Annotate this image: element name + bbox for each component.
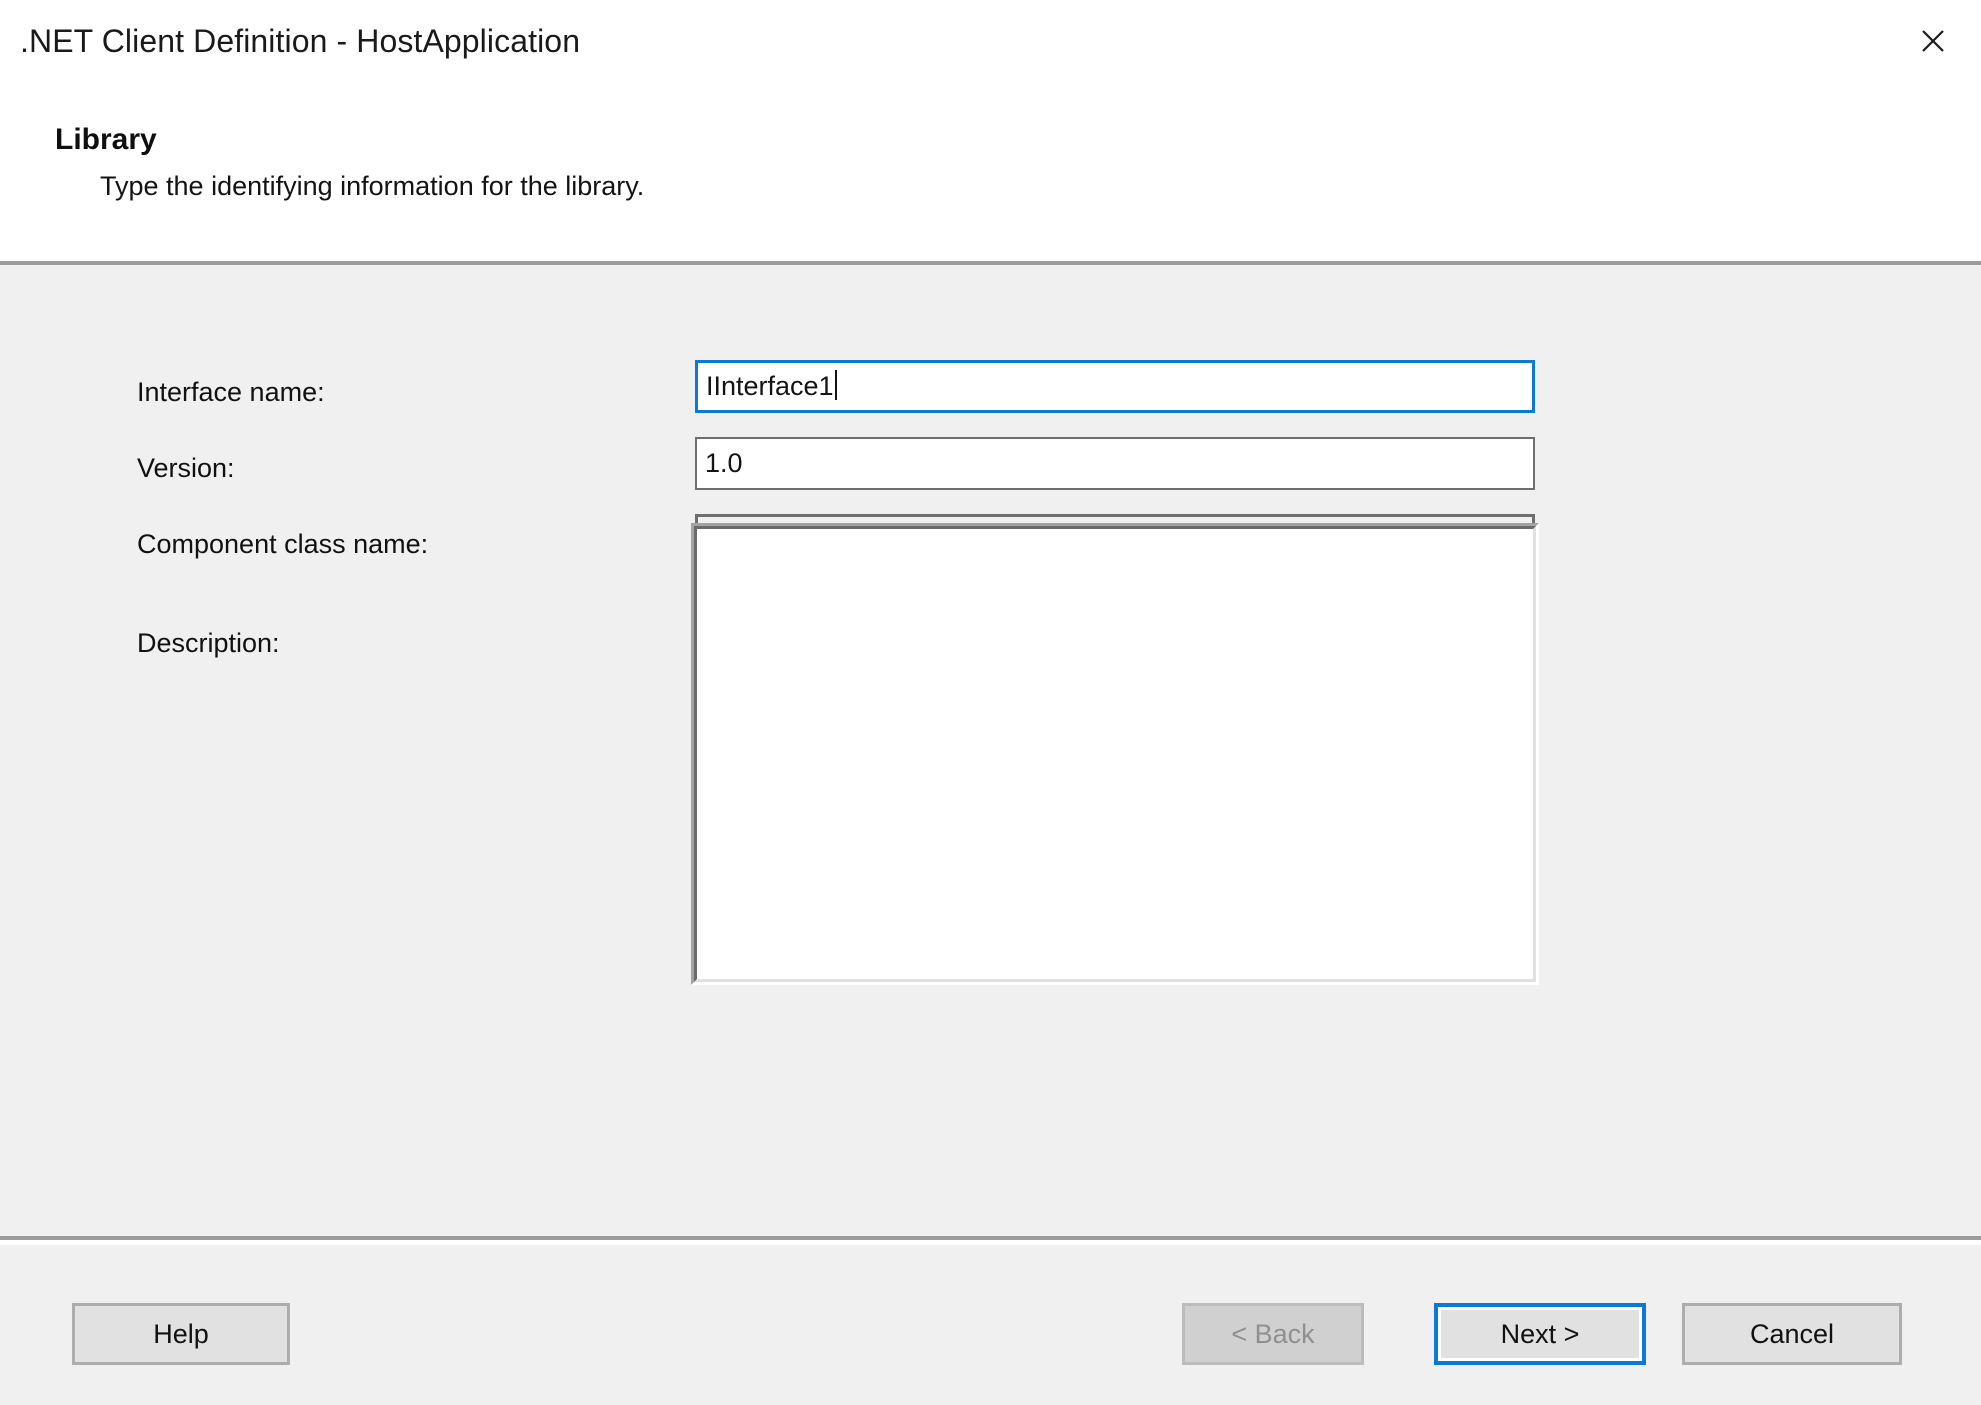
help-button[interactable]: Help — [72, 1303, 290, 1365]
window-title: .NET Client Definition - HostApplication — [20, 23, 581, 59]
wizard-dialog: .NET Client Definition - HostApplication… — [0, 0, 1981, 1405]
page-subtitle: Type the identifying information for the… — [100, 171, 645, 201]
interface-name-input[interactable]: IInterface1 — [695, 360, 1535, 413]
version-label: Version: — [137, 453, 235, 483]
text-caret — [834, 370, 837, 400]
component-class-name-label: Component class name: — [137, 529, 429, 559]
interface-name-label: Interface name: — [137, 377, 325, 407]
back-button: < Back — [1182, 1303, 1364, 1365]
interface-name-value: IInterface1 — [706, 371, 834, 401]
version-input[interactable]: 1.0 — [695, 437, 1535, 490]
next-button[interactable]: Next > — [1434, 1303, 1646, 1365]
dialog-header: .NET Client Definition - HostApplication… — [0, 0, 1981, 261]
version-value: 1.0 — [705, 448, 743, 478]
description-value[interactable] — [694, 526, 1536, 982]
cancel-button[interactable]: Cancel — [1682, 1303, 1902, 1365]
dialog-body: Interface name: IInterface1 Version: 1.0… — [0, 265, 1981, 1236]
close-icon[interactable] — [1909, 18, 1957, 64]
description-label: Description: — [137, 628, 280, 658]
description-textarea[interactable] — [691, 523, 1539, 985]
page-title: Library — [55, 123, 157, 156]
dialog-footer: Help < Back Next > Cancel — [0, 1245, 1981, 1405]
